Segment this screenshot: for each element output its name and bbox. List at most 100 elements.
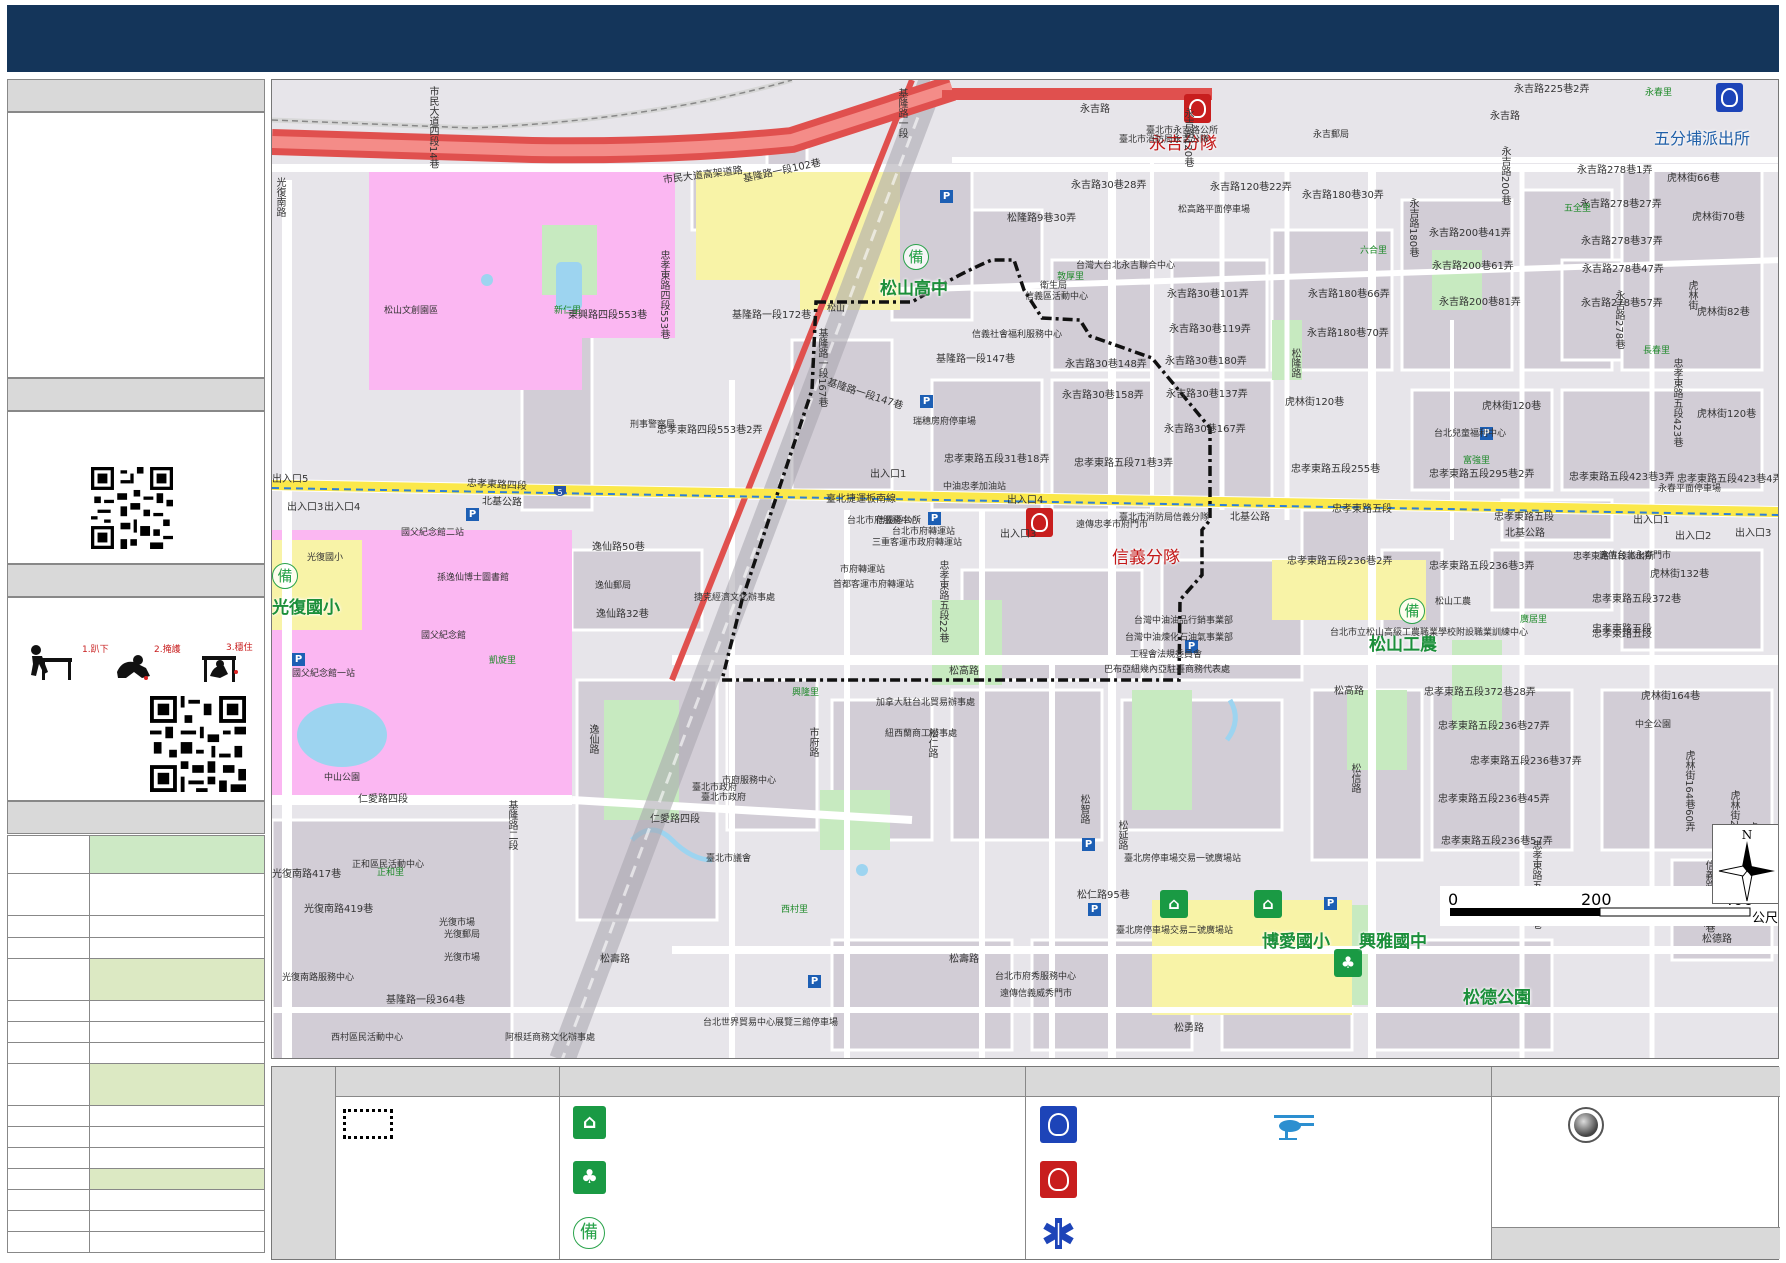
info-table — [7, 835, 265, 1253]
info-table-row — [7, 1042, 265, 1064]
road-label: 永吉路30巷137弄 — [1166, 389, 1248, 400]
road-label-vertical: 光復南路 — [274, 177, 285, 217]
info-table-value — [89, 937, 265, 959]
reserve-icon: 備 — [1399, 598, 1425, 624]
info-table-value — [89, 1231, 265, 1253]
road-label: 虎林街132巷 — [1650, 569, 1710, 580]
road-label: 忠孝東路五段236巷45弄 — [1438, 794, 1550, 805]
facility-label: 孫逸仙博士圖書館 — [437, 573, 510, 583]
info-table-label — [7, 1168, 90, 1190]
shelter-icon[interactable]: ⌂ — [1254, 890, 1282, 918]
map-panel[interactable]: P P P P P P P P P P P 5 ⌂ ⌂ ♣ 備 備 備 永吉分隊… — [271, 79, 1779, 1059]
road-label: 虎林街66巷 — [1667, 173, 1720, 184]
info-table-row — [7, 835, 265, 874]
info-table-label — [7, 1042, 90, 1064]
facility-label: 六合里 — [1360, 246, 1388, 256]
road-label-vertical: 虎林街164巷60弄 — [1683, 750, 1694, 832]
road-label: 永吉路120巷22弄 — [1210, 182, 1292, 193]
legend-column-4 — [1492, 1097, 1780, 1225]
info-section-2-body — [7, 411, 265, 564]
road-label: 基隆路一段172巷 — [732, 310, 812, 321]
road-label: 永吉路30巷180弄 — [1165, 356, 1247, 367]
road-label: 仁愛路四段 — [650, 814, 700, 825]
road-label: 永吉路200巷61弄 — [1432, 261, 1514, 272]
facility-label: 永吉郵局 — [1313, 130, 1350, 140]
road-label: 永吉路30巷158弄 — [1062, 390, 1144, 401]
road-label: 永吉路 — [1490, 111, 1520, 122]
legend-panel: ⌂ ♣ 備 — [271, 1066, 1780, 1260]
facility-label: 台北市立松山高級工農職業學校附設職業訓練中心 — [1330, 628, 1529, 638]
road-label: 光復南路417巷 — [272, 869, 342, 880]
legend-column-title-4 — [1492, 1067, 1780, 1097]
facility-label: 台灣大台北永吉聯合中心 — [1076, 261, 1176, 271]
reserve-icon: 備 — [272, 563, 298, 589]
facility-label: 光復郵局 — [444, 930, 481, 940]
facility-label: 台北市府秀服務中心 — [995, 972, 1077, 982]
road-label: 永吉路 — [1080, 104, 1110, 115]
facility-label: 紐西蘭商工辦事處 — [885, 729, 958, 739]
info-table-label — [7, 915, 90, 938]
medical-icon — [1043, 1218, 1074, 1249]
qr-code-icon[interactable] — [150, 696, 246, 792]
road-label-vertical: 基隆路二段 — [506, 800, 517, 850]
facility-label: 國父紀念館二站 — [401, 528, 465, 538]
road-label: 永吉路30巷119弄 — [1169, 324, 1251, 335]
drop-cover-hold-illustration: 1.趴下 2.掩護 3.穩住 — [31, 642, 253, 682]
info-table-value — [89, 835, 265, 874]
info-table-row — [7, 1063, 265, 1106]
road-label: 出入口1 — [1633, 515, 1670, 526]
facility-label: 永春里 — [1645, 88, 1673, 98]
cover-step-icon — [117, 655, 150, 680]
road-label: 松隆路9巷30弄 — [1007, 213, 1077, 224]
park-icon[interactable]: ♣ — [1334, 949, 1362, 977]
hold-step-icon — [202, 656, 238, 682]
road-label: 松勇路 — [1174, 1023, 1204, 1034]
info-table-value — [89, 1210, 265, 1232]
road-label: 忠孝東路五段372巷28弄 — [1424, 687, 1536, 698]
road-label: 出入口2 — [1675, 531, 1712, 542]
road-label: 永吉路30巷148弄 — [1065, 359, 1147, 370]
drop-step-icon — [31, 645, 72, 680]
parking-icon: P — [1324, 897, 1337, 910]
evacuation-boundary-icon — [343, 1109, 393, 1139]
info-table-value — [89, 1168, 265, 1190]
road-label-vertical: 永吉路278巷 — [1613, 290, 1624, 350]
facility-label: 刑事警察局 — [630, 420, 676, 430]
facility-label: 逸仙郵局 — [595, 581, 632, 591]
info-section-4-title — [7, 801, 265, 834]
info-table-label — [7, 1105, 90, 1127]
facility-label: 新仁里 — [554, 306, 582, 316]
road-label: 松壽路 — [949, 954, 979, 965]
facility-label: 台北兒童福利中心 — [1434, 429, 1507, 439]
info-table-value — [89, 1063, 265, 1106]
facility-label: 臺北市議會 — [706, 854, 752, 864]
legend-column-2: ⌂ ♣ 備 — [560, 1097, 1026, 1259]
road-label: 出入口5 — [272, 474, 309, 485]
info-table-value — [89, 915, 265, 938]
facility-label: 凱旋里 — [489, 656, 517, 666]
road-label: 出入口4 — [1007, 495, 1044, 506]
road-label-vertical: 永吉路200巷 — [1499, 146, 1510, 206]
road-label: 忠孝東路五段 — [1332, 504, 1392, 515]
info-table-label — [7, 958, 90, 1001]
info-table-row — [7, 1189, 265, 1211]
road-label: 逸仙路32巷 — [596, 609, 649, 620]
parking-icon: P — [1088, 903, 1101, 916]
road-label: 松仁路95巷 — [1077, 890, 1130, 901]
facility-label: 國父紀念館一站 — [292, 669, 356, 679]
police-icon[interactable] — [1716, 83, 1743, 112]
facility-label: 工程會法規委員會 — [1130, 650, 1203, 660]
road-label: 永吉路225巷2弄 — [1514, 84, 1590, 95]
facility-label: 長春里 — [1643, 346, 1671, 356]
facility-label: 興隆里 — [792, 688, 820, 698]
facility-label: 西村區民活動中心 — [331, 1033, 404, 1043]
legend-column-1 — [336, 1097, 560, 1259]
facility-label: 光復市場 — [444, 953, 481, 963]
qr-code-icon[interactable] — [91, 467, 173, 549]
shelter-icon[interactable]: ⌂ — [1160, 890, 1188, 918]
road-label-vertical: 忠孝東路五段423巷 — [1671, 358, 1682, 448]
facility-label: 市府服務中心 — [722, 776, 777, 786]
facility-label: 遠傳忠孝市府門市 — [1076, 520, 1149, 530]
parking-icon: P — [808, 975, 821, 988]
road-label: 仁愛路四段 — [358, 794, 408, 805]
